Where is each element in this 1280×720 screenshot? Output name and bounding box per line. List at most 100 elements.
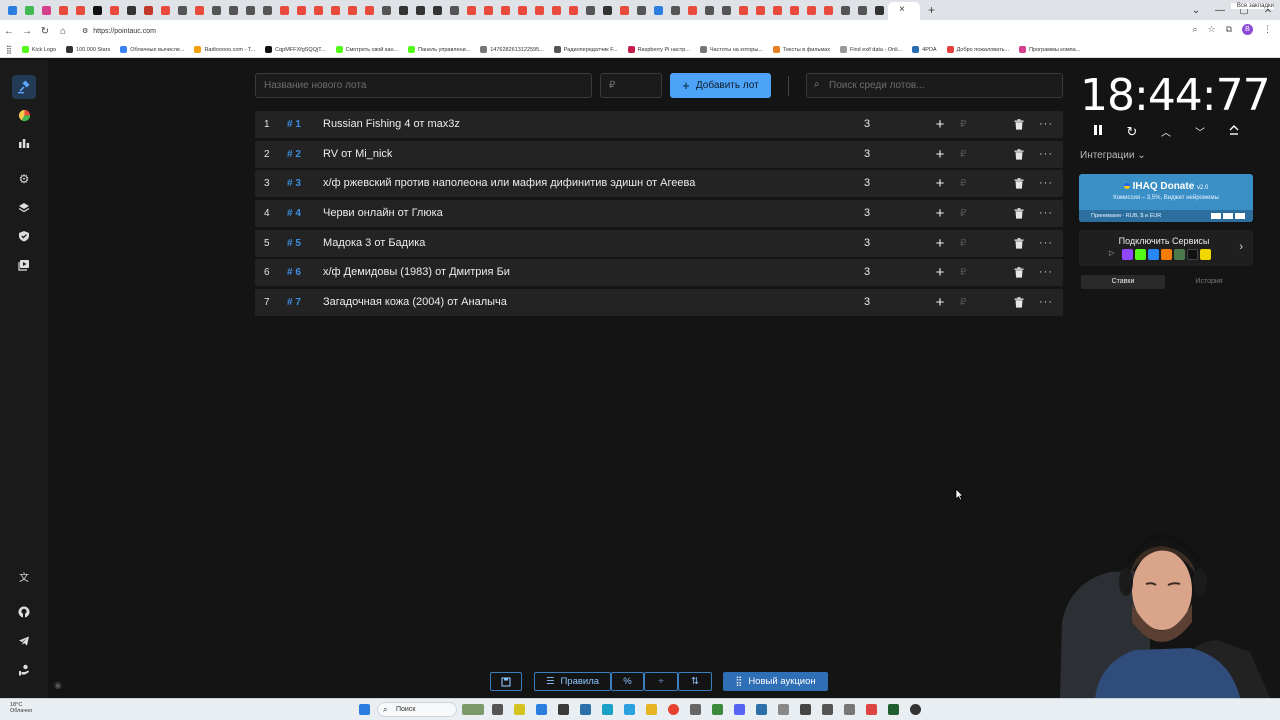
browser-tab[interactable] [671, 5, 680, 15]
lot-id[interactable]: # 6 [287, 259, 301, 286]
browser-tab[interactable] [314, 5, 323, 15]
lot-id[interactable]: # 4 [287, 200, 301, 227]
app-icon-1[interactable] [514, 704, 525, 715]
lot-row[interactable]: 2 # 2 RV от Mi_nick 3 + ₽ ··· [255, 140, 1063, 168]
app-icon-9[interactable] [800, 704, 811, 715]
browser-tab[interactable] [467, 5, 476, 15]
sidebar-item-donate[interactable] [12, 658, 36, 682]
sidebar-item-auction[interactable] [12, 75, 36, 99]
browser-tab[interactable] [841, 5, 850, 15]
timer-up-button[interactable]: ︿ [1156, 123, 1176, 141]
browser-tab[interactable] [416, 5, 425, 15]
forward-icon[interactable]: → [18, 26, 36, 37]
browser-tab[interactable] [331, 5, 340, 15]
bookmark-item[interactable]: Тексты в фильмах [772, 46, 830, 53]
app-icon-11[interactable] [844, 704, 855, 715]
browser-tab[interactable] [654, 5, 663, 15]
delete-lot-button[interactable] [1012, 141, 1026, 168]
browser-tab[interactable] [858, 5, 867, 15]
browser-tab-active[interactable]: × [888, 2, 920, 20]
bookmark-item[interactable]: Программы компа... [1019, 46, 1080, 53]
browser-tab[interactable] [535, 5, 544, 15]
sidebar-item-wheel[interactable] [12, 103, 36, 127]
minimize-icon[interactable]: — [1208, 5, 1232, 16]
browser-tab[interactable] [348, 5, 357, 15]
app-icon-12[interactable] [866, 704, 877, 715]
site-info-icon[interactable]: ⚙ [82, 27, 88, 35]
sidebar-item-media[interactable] [12, 253, 36, 277]
browser-tab[interactable] [824, 5, 833, 15]
browser-tab[interactable] [807, 5, 816, 15]
menu-icon[interactable]: ⋮ [1263, 24, 1272, 35]
app-icon-13[interactable] [888, 704, 899, 715]
browser-tab[interactable] [756, 5, 765, 15]
browser-tab[interactable] [110, 5, 119, 15]
browser-tab[interactable] [518, 5, 527, 15]
lot-row[interactable]: 3 # 3 х/ф ржевский против наполеона или ма… [255, 170, 1063, 198]
donate-banner[interactable]: IHAQ Donate v2.0 Комиссия – 3,5%, Виджет… [1079, 174, 1253, 222]
browser-tab[interactable] [875, 5, 884, 15]
lot-id[interactable]: # 3 [287, 170, 301, 197]
eye-icon[interactable]: ◉ [54, 680, 62, 691]
bookmark-item[interactable]: Radiooooo.com - T... [194, 46, 255, 53]
bookmark-item[interactable]: 1476282613122595... [480, 46, 544, 53]
app-icon-5[interactable] [690, 704, 701, 715]
ruble-icon[interactable]: ₽ [960, 141, 966, 168]
add-amount-button[interactable]: + [933, 111, 947, 138]
delete-lot-button[interactable] [1012, 170, 1026, 197]
add-lot-button[interactable]: + Добавить лот [670, 73, 771, 98]
delete-lot-button[interactable] [1012, 259, 1026, 286]
add-amount-button[interactable]: + [933, 200, 947, 227]
lot-row[interactable]: 1 # 1 Russian Fishing 4 от max3z 3 + ₽ ··· [255, 111, 1063, 138]
integrations-dropdown[interactable]: Интеграции ⌄ [1080, 150, 1146, 161]
browser-tab[interactable] [382, 5, 391, 15]
lot-title[interactable]: Загадочная кожа (2004) от Аналыча [323, 289, 507, 316]
app-icon-2[interactable] [558, 704, 569, 715]
obs-icon[interactable] [910, 704, 921, 715]
lot-id[interactable]: # 7 [287, 289, 301, 316]
timer-down-button[interactable]: ﹀ [1190, 123, 1210, 141]
new-tab-button[interactable]: + [928, 3, 935, 17]
split-button[interactable]: ÷ [644, 672, 678, 691]
percent-button[interactable]: % [611, 672, 644, 691]
ruble-icon[interactable]: ₽ [960, 289, 966, 316]
timer-double-up-button[interactable] [1224, 123, 1244, 141]
delete-lot-button[interactable] [1012, 200, 1026, 227]
browser-tab[interactable] [76, 5, 85, 15]
browser-tab[interactable] [297, 5, 306, 15]
browser-tab[interactable] [246, 5, 255, 15]
widget-image-icon[interactable] [462, 704, 484, 715]
bookmark-item[interactable]: Частоты на которы... [699, 46, 763, 53]
star-icon[interactable]: ☆ [1207, 24, 1215, 35]
browser-tab[interactable] [739, 5, 748, 15]
taskbar-search[interactable]: ⌕ Поиск [377, 702, 457, 717]
discord-icon[interactable] [734, 704, 745, 715]
browser-tab[interactable] [229, 5, 238, 15]
lot-row[interactable]: 5 # 5 Мадока 3 от Бадика 3 + ₽ ··· [255, 229, 1063, 257]
browser-tab[interactable] [569, 5, 578, 15]
connect-services-card[interactable]: Подключить Сервисы ▷ › [1079, 230, 1253, 266]
browser-tab[interactable] [178, 5, 187, 15]
pause-button[interactable] [1088, 123, 1108, 141]
lot-title[interactable]: RV от Mi_nick [323, 141, 392, 168]
ruble-icon[interactable]: ₽ [960, 230, 966, 257]
app-icon-7[interactable] [756, 704, 767, 715]
browser-tab[interactable] [365, 5, 374, 15]
lot-id[interactable]: # 2 [287, 141, 301, 168]
more-options-button[interactable]: ··· [1039, 170, 1053, 197]
lot-title[interactable]: Черви онлайн от Глюка [323, 200, 443, 227]
tab-list-icon[interactable]: ⌄ [1184, 5, 1208, 16]
app-icon-4[interactable] [602, 704, 613, 715]
tab-bids[interactable]: Ставки [1081, 275, 1165, 289]
more-options-button[interactable]: ··· [1039, 200, 1053, 227]
profile-avatar[interactable]: B [1242, 24, 1253, 35]
home-icon[interactable]: ⌂ [54, 26, 72, 37]
apps-icon[interactable]: ⣿ [6, 45, 12, 54]
save-button[interactable] [490, 672, 522, 691]
vscode-icon[interactable] [536, 704, 547, 715]
rules-button[interactable]: ☰ Правила [534, 672, 611, 691]
browser-tab[interactable] [790, 5, 799, 15]
lot-name-input[interactable] [255, 73, 592, 98]
add-amount-button[interactable]: + [933, 289, 947, 316]
back-icon[interactable]: ← [0, 26, 18, 37]
